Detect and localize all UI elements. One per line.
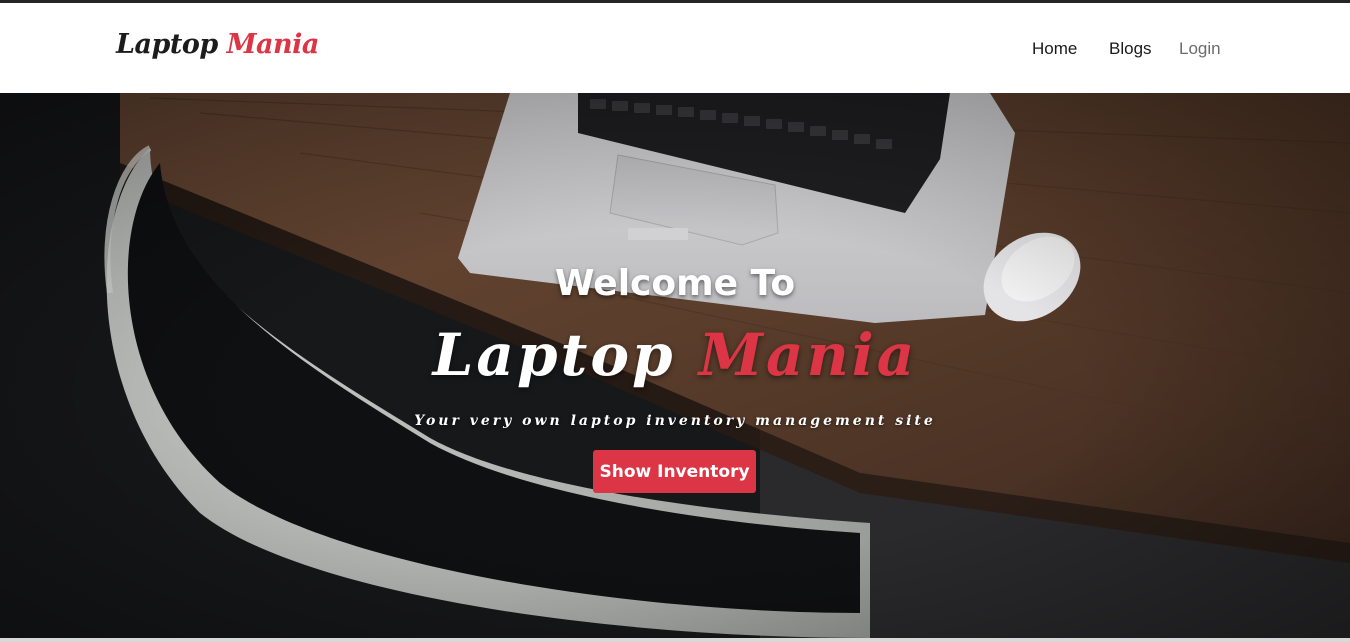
hero-section: Welcome To Laptop Mania Your very own la… (0, 93, 1350, 638)
show-inventory-button[interactable]: Show Inventory (593, 450, 756, 493)
bottom-strip (0, 638, 1350, 642)
hero-title-part1: Laptop (432, 321, 676, 389)
hero-title-part2: Mania (698, 321, 918, 389)
hero-title: Laptop Mania (0, 321, 1350, 389)
nav-link-login[interactable]: Login (1179, 39, 1221, 59)
hero-tagline: Your very own laptop inventory managemen… (414, 413, 936, 429)
nav-link-home[interactable]: Home (1032, 39, 1077, 59)
hero-content: Welcome To Laptop Mania Your very own la… (0, 93, 1350, 638)
navbar: Laptop Mania Home Blogs Login (0, 3, 1350, 93)
nav-link-blogs[interactable]: Blogs (1109, 39, 1152, 59)
hero-welcome-text: Welcome To (554, 263, 796, 304)
nav-links: Home Blogs Login (0, 39, 1350, 61)
